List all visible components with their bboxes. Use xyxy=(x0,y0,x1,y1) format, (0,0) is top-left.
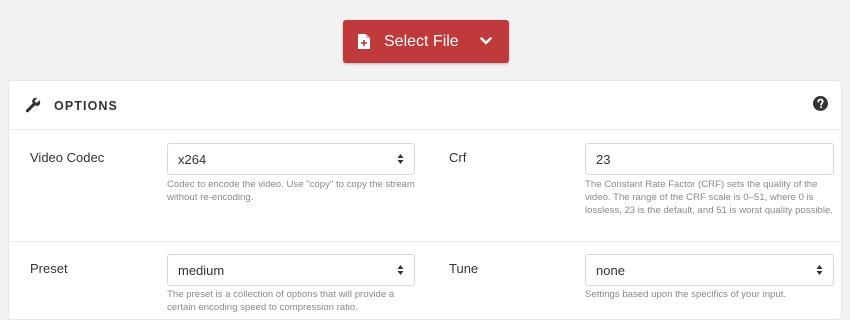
question-circle-icon[interactable] xyxy=(813,96,828,111)
select-file-label: Select File xyxy=(384,33,459,50)
chevron-down-icon[interactable] xyxy=(480,36,492,46)
options-panel: OPTIONS Video Codec x264 Codec to encode… xyxy=(8,80,842,320)
wrench-icon xyxy=(25,97,41,113)
crf-input[interactable]: 23 xyxy=(585,143,834,175)
top-toolbar: Select File xyxy=(0,0,850,80)
select-arrows-icon xyxy=(397,265,404,275)
tune-hint: Settings based upon the specifics of you… xyxy=(585,289,787,300)
select-arrows-icon xyxy=(397,154,404,164)
preset-hint: The preset is a collection of options th… xyxy=(167,289,395,313)
file-plus-icon xyxy=(358,34,370,49)
video-codec-label: Video Codec xyxy=(30,150,105,165)
row-divider xyxy=(9,241,841,242)
select-file-button[interactable]: Select File xyxy=(343,20,509,63)
preset-select[interactable]: medium xyxy=(167,254,415,286)
panel-title: OPTIONS xyxy=(54,99,118,113)
crf-value: 23 xyxy=(596,151,611,167)
tune-select[interactable]: none xyxy=(585,254,834,286)
tune-value: none xyxy=(596,262,625,278)
preset-value: medium xyxy=(178,262,225,278)
video-codec-hint: Codec to encode the video. Use "copy" to… xyxy=(167,179,415,203)
tune-label: Tune xyxy=(449,261,479,276)
crf-label: Crf xyxy=(449,150,467,165)
video-codec-value: x264 xyxy=(178,151,207,167)
select-arrows-icon xyxy=(816,265,823,275)
preset-label: Preset xyxy=(30,261,68,276)
crf-hint: The Constant Rate Factor (CRF) sets the … xyxy=(585,179,833,216)
options-panel-header: OPTIONS xyxy=(9,81,841,130)
video-codec-select[interactable]: x264 xyxy=(167,143,415,175)
